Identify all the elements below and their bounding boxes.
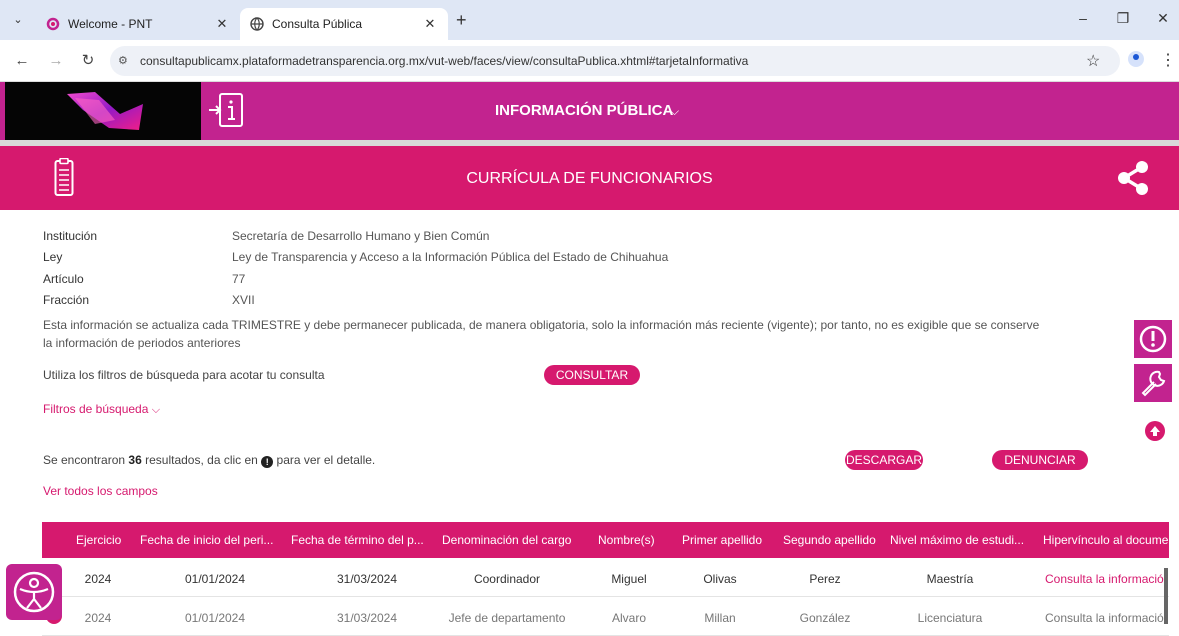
cell-nivel-estudios: Licenciatura [917, 611, 983, 625]
restore-icon[interactable]: ❐ [1113, 10, 1133, 27]
articulo-label: Artículo [43, 272, 84, 286]
pnt-favicon-icon [46, 17, 60, 31]
minimize-icon[interactable]: – [1073, 10, 1093, 26]
browser-tab-strip: ⌄ Welcome - PNT ✕ Consulta Pública ✕ + –… [0, 0, 1179, 40]
cell-fecha-termino: 31/03/2024 [336, 611, 398, 625]
results-suffix: para ver el detalle. [276, 453, 376, 467]
tab-label: Welcome - PNT [68, 17, 153, 31]
scroll-top-button[interactable] [1145, 421, 1165, 441]
cell-ejercicio: 2024 [84, 611, 112, 625]
pnt-logo-graphic [67, 92, 143, 130]
accessibility-button[interactable] [6, 564, 62, 620]
site-header: INFORMACIÓN PÚBLICA ⌵ [0, 82, 1179, 140]
results-prefix: Se encontraron [43, 453, 126, 467]
filter-hint: Utiliza los filtros de búsqueda para aco… [43, 368, 325, 382]
table-row[interactable]: 2024 01/01/2024 31/03/2024 Jefe de depar… [42, 598, 1169, 636]
browser-menu-icon[interactable]: ⋮ [1160, 50, 1176, 70]
col-fecha-inicio[interactable]: Fecha de inicio del peri... [140, 533, 273, 547]
cell-primer-apellido: Olivas [703, 572, 737, 586]
cell-fecha-inicio: 01/01/2024 [184, 572, 246, 586]
col-nivel-estudios[interactable]: Nivel máximo de estudi... [890, 533, 1024, 547]
institucion-value: Secretaría de Desarrollo Humano y Bien C… [232, 229, 490, 243]
alert-button[interactable] [1134, 320, 1172, 358]
col-ejercicio[interactable]: Ejercicio [76, 533, 121, 547]
col-fecha-termino[interactable]: Fecha de término del p... [291, 533, 424, 547]
filtros-toggle[interactable]: Filtros de búsqueda ⌵ [43, 402, 160, 417]
results-summary: Se encontraron 36 resultados, da clic en… [43, 453, 375, 468]
cell-denominacion: Coordinador [473, 572, 541, 586]
bookmark-star-icon[interactable]: ☆ [1086, 51, 1100, 71]
institucion-label: Institución [43, 229, 98, 243]
ver-todos-link[interactable]: Ver todos los campos [43, 484, 158, 498]
tab-label: Consulta Pública [272, 17, 363, 31]
alert-icon [1139, 325, 1167, 353]
info-icon: ! [261, 456, 274, 468]
results-count: 36 [128, 453, 142, 467]
descargar-button[interactable]: DESCARGAR [845, 450, 923, 470]
ley-label: Ley [43, 250, 63, 264]
browser-tab-welcome[interactable]: Welcome - PNT ✕ [36, 8, 240, 40]
browser-tab-consulta[interactable]: Consulta Pública ✕ [240, 8, 448, 40]
reload-icon[interactable]: ↻ [78, 51, 98, 71]
arrow-up-icon [1150, 426, 1160, 436]
cell-denominacion: Jefe de departamento [448, 611, 566, 625]
cell-hipervinculo-link[interactable]: Consulta la información [1045, 611, 1167, 625]
address-bar[interactable]: ⚙ consultapublicamx.plataformadetranspar… [110, 46, 1120, 76]
cell-fecha-inicio: 01/01/2024 [184, 611, 246, 625]
tab-close-icon[interactable]: ✕ [422, 16, 438, 32]
info-publica-menu[interactable]: INFORMACIÓN PÚBLICA [495, 102, 673, 119]
col-primer-apellido[interactable]: Primer apellido [682, 533, 762, 547]
col-nombre[interactable]: Nombre(s) [598, 533, 655, 547]
articulo-value: 77 [232, 272, 246, 286]
new-tab-icon[interactable]: + [456, 11, 467, 29]
chevron-down-icon: ⌵ [151, 404, 161, 416]
col-denominacion[interactable]: Denominación del cargo [442, 533, 571, 547]
cell-primer-apellido: Millan [704, 611, 736, 625]
fraccion-value: XVII [232, 293, 255, 307]
wrench-icon [1141, 370, 1166, 397]
ley-value: Ley de Transparencia y Acceso a la Infor… [232, 250, 669, 264]
accessibility-icon [13, 571, 55, 613]
profile-avatar-icon[interactable] [1128, 51, 1144, 67]
back-icon[interactable]: ← [12, 51, 32, 71]
browser-toolbar: ← → ↻ ⚙ consultapublicamx.plataformadetr… [0, 40, 1179, 82]
chevron-down-icon[interactable]: ⌵ [670, 104, 679, 119]
tools-button[interactable] [1134, 364, 1172, 402]
pnt-logo[interactable] [5, 82, 201, 140]
col-segundo-apellido[interactable]: Segundo apellido [783, 533, 876, 547]
section-banner: CURRÍCULA DE FUNCIONARIOS [0, 146, 1179, 210]
page-title: CURRÍCULA DE FUNCIONARIOS [466, 170, 713, 187]
window-close-icon[interactable]: ✕ [1153, 10, 1173, 27]
login-info-icon[interactable] [206, 90, 246, 132]
globe-icon [250, 17, 264, 31]
cell-ejercicio: 2024 [84, 572, 112, 586]
table-scrollbar[interactable] [1164, 568, 1168, 624]
site-settings-icon[interactable]: ⚙ [118, 54, 128, 67]
cell-segundo-apellido: González [799, 611, 851, 625]
consultar-button[interactable]: CONSULTAR [544, 365, 640, 385]
col-hipervinculo[interactable]: Hipervínculo al docume... [1043, 533, 1178, 547]
denunciar-button[interactable]: DENUNCIAR [992, 450, 1088, 470]
forward-icon[interactable]: → [46, 51, 66, 71]
results-middle: resultados, da clic en [145, 453, 258, 467]
cell-nombre: Miguel [611, 572, 647, 586]
cell-fecha-termino: 31/03/2024 [336, 572, 398, 586]
filtros-toggle-label: Filtros de búsqueda [43, 402, 149, 416]
table-row[interactable]: 2024 01/01/2024 31/03/2024 Coordinador M… [42, 559, 1169, 597]
tab-close-icon[interactable]: ✕ [214, 16, 230, 32]
cell-nombre: Alvaro [611, 611, 646, 625]
cell-hipervinculo-link[interactable]: Consulta la información [1045, 572, 1167, 586]
cell-nivel-estudios: Maestría [926, 572, 974, 586]
share-icon[interactable] [1116, 160, 1150, 196]
fraccion-label: Fracción [43, 293, 90, 307]
url-text[interactable]: consultapublicamx.plataformadetransparen… [140, 54, 748, 68]
cell-segundo-apellido: Perez [809, 572, 841, 586]
tab-search-icon[interactable]: ⌄ [10, 12, 26, 28]
update-note: Esta información se actualiza cada TRIME… [43, 318, 1040, 350]
table-header: Ejercicio Fecha de inicio del peri... Fe… [42, 522, 1178, 558]
